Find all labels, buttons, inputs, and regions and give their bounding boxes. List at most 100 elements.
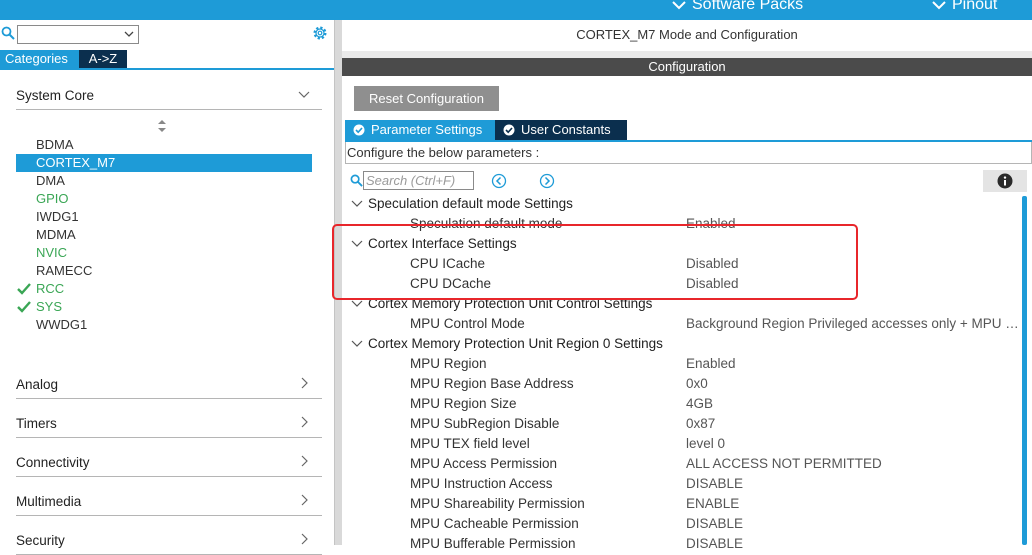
category-search-row [0,24,334,46]
tab-label: User Constants [521,122,611,137]
category-search-combo[interactable] [17,25,139,44]
param-value: ENABLE [686,496,740,511]
section-label: Speculation default mode Settings [368,196,573,211]
param-name: MPU Shareability Permission [410,496,585,511]
param-row[interactable]: MPU Bufferable Permission DISABLE [348,534,1022,554]
divider [342,51,1032,58]
param-row[interactable]: MPU Control Mode Background Region Privi… [348,314,1022,334]
chevron-right-icon [301,533,308,545]
software-packs-menu[interactable]: Software Packs [672,0,803,14]
list-item[interactable]: GPIO [16,190,312,208]
param-value: level 0 [686,436,726,451]
reset-configuration-button[interactable]: Reset Configuration [354,86,499,111]
param-name: MPU Access Permission [410,456,558,471]
sort-icon[interactable] [157,120,167,132]
param-row[interactable]: MPU Shareability Permission ENABLE [348,494,1022,514]
param-name: MPU TEX field level [410,436,530,451]
tab-underline [0,68,334,70]
pinout-label: Pinout [952,0,998,13]
param-value: DISABLE [686,476,744,491]
list-item[interactable]: SYS [16,298,312,316]
param-value: DISABLE [686,536,744,551]
list-item[interactable]: BDMA [16,136,312,154]
list-item[interactable]: WWDG1 [16,316,312,334]
check-icon [17,301,31,313]
check-circle-icon [503,124,515,136]
section-mpu-region-0[interactable]: Cortex Memory Protection Unit Region 0 S… [348,334,1022,354]
vertical-scrollbar[interactable] [1022,196,1027,545]
list-item[interactable]: RAMECC [16,262,312,280]
page-title: CORTEX_M7 Mode and Configuration [576,27,798,42]
chevron-right-icon [301,455,308,467]
info-button[interactable] [983,170,1027,192]
param-name: MPU Cacheable Permission [410,516,579,531]
param-row[interactable]: MPU SubRegion Disable 0x87 [348,414,1022,434]
chevron-right-icon [301,377,308,389]
param-name: MPU Region Base Address [410,376,574,391]
configuration-header: Configuration [342,58,1032,76]
chevron-down-icon [124,31,134,37]
configure-label-box: Configure the below parameters : [345,142,1032,164]
tab-user-constants[interactable]: User Constants [495,120,627,140]
list-item[interactable]: RCC [16,280,312,298]
tab-parameter-settings[interactable]: Parameter Settings [345,120,495,140]
param-name: MPU Region [410,356,487,371]
param-value: DISABLE [686,516,744,531]
section-speculation[interactable]: Speculation default mode Settings [348,194,1022,214]
param-row[interactable]: MPU Cacheable Permission DISABLE [348,514,1022,534]
group-label: Analog [16,377,59,392]
group-system-core[interactable]: System Core [16,78,322,110]
pinout-menu[interactable]: Pinout [932,0,997,14]
search-icon [350,174,363,187]
param-name: MPU Bufferable Permission [410,536,576,551]
highlight-box [332,224,858,300]
software-packs-label: Software Packs [692,0,804,13]
check-icon [17,283,31,295]
category-tabs: Categories A->Z [0,50,127,68]
section-label: Cortex Memory Protection Unit Region 0 S… [368,336,663,351]
group-timers[interactable]: Timers [16,406,322,438]
param-row[interactable]: MPU Access Permission ALL ACCESS NOT PER… [348,454,1022,474]
search-icon[interactable] [1,26,15,40]
group-connectivity[interactable]: Connectivity [16,445,322,477]
param-name: MPU SubRegion Disable [410,416,560,431]
param-row[interactable]: MPU Region Size 4GB [348,394,1022,414]
param-name: MPU Control Mode [410,316,525,331]
chevron-down-icon [351,300,363,307]
list-item[interactable]: MDMA [16,226,312,244]
param-row[interactable]: MPU Region Enabled [348,354,1022,374]
info-icon [997,173,1013,189]
chevron-down-icon [298,91,310,98]
previous-result-icon[interactable] [491,173,507,189]
group-label: Connectivity [16,455,90,470]
group-label: Timers [16,416,57,431]
param-row[interactable]: MPU Region Base Address 0x0 [348,374,1022,394]
chevron-down-icon [351,340,363,347]
configure-label: Configure the below parameters : [347,145,540,160]
chevron-right-icon [301,494,308,506]
param-value: 0x87 [686,416,716,431]
parameter-tabs: Parameter Settings User Constants [345,120,627,140]
tab-a-z[interactable]: A->Z [79,50,127,68]
param-row[interactable]: MPU Instruction Access DISABLE [348,474,1022,494]
list-item-selected[interactable]: CORTEX_M7 [16,154,312,172]
tab-categories[interactable]: Categories [0,50,79,68]
group-analog[interactable]: Analog [16,367,322,399]
gear-icon[interactable] [311,24,329,42]
param-value: Enabled [686,356,736,371]
list-item[interactable]: IWDG1 [16,208,312,226]
list-item[interactable]: NVIC [16,244,312,262]
param-value: 4GB [686,396,714,411]
param-value: 0x0 [686,376,708,391]
group-security[interactable]: Security [16,523,322,555]
categories-panel: Categories A->Z System Core BDMA CORTEX_… [0,20,334,555]
group-label: Security [16,533,65,548]
param-row[interactable]: MPU TEX field level level 0 [348,434,1022,454]
next-result-icon[interactable] [539,173,555,189]
chevron-down-icon [351,200,363,207]
param-name: MPU Region Size [410,396,517,411]
search-input[interactable]: Search (Ctrl+F) [363,171,474,190]
param-value: Background Region Privileged accesses on… [686,316,1022,331]
group-multimedia[interactable]: Multimedia [16,484,322,516]
list-item[interactable]: DMA [16,172,312,190]
